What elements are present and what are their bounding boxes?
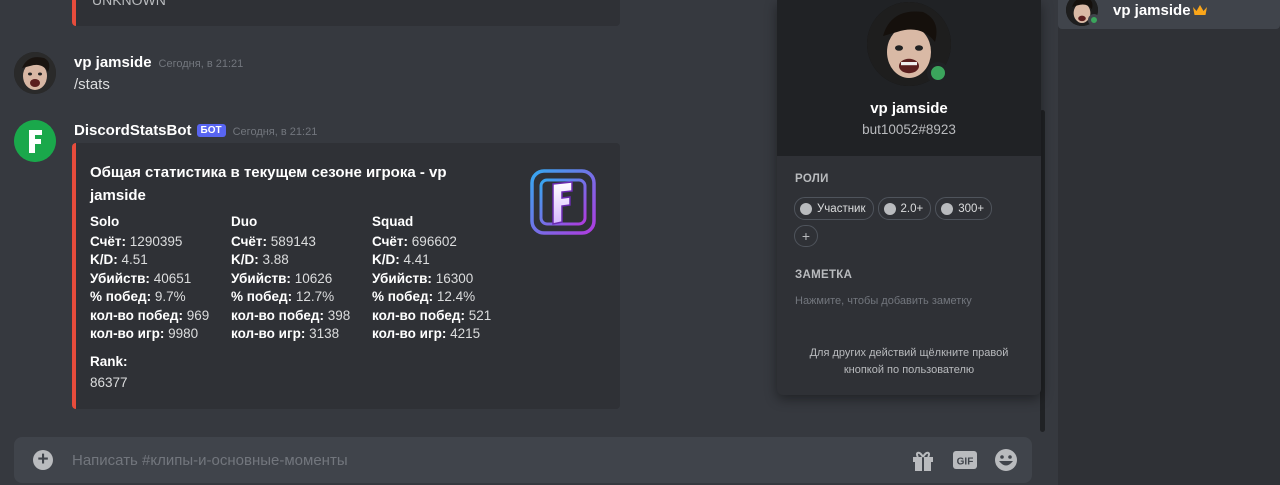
stat-wins: кол-во побед: 398	[231, 307, 351, 323]
stat-kd: K/D: 4.51	[90, 252, 148, 267]
bot-message-header: DiscordStatsBot БОТ Сегодня, в 21:21	[74, 122, 317, 139]
stat-games: кол-во игр: 4215	[372, 326, 481, 341]
user-message-text: /stats	[74, 76, 110, 93]
previous-embed-text: UNKNOWN	[92, 0, 166, 8]
role-chip[interactable]: Участник	[794, 197, 874, 220]
stat-score: Счёт: 1290395	[90, 233, 183, 249]
message-input[interactable]	[72, 437, 852, 483]
rank-label: Rank:	[90, 354, 128, 369]
stat-wins: кол-во побед: 521	[372, 307, 492, 323]
member-item[interactable]: vp jamside	[1058, 0, 1280, 29]
previous-embed: UNKNOWN	[72, 0, 620, 26]
note-heading: ЗАМЕТКА	[795, 269, 853, 281]
role-color-icon	[883, 202, 896, 215]
roles-heading: РОЛИ	[795, 173, 829, 185]
crown-icon	[1193, 5, 1207, 15]
message-composer: + GIF	[14, 437, 1032, 483]
stat-wins: кол-во побед: 969	[90, 307, 210, 323]
mode-name: Squad	[372, 214, 414, 229]
member-list: vp jamside	[1058, 0, 1280, 485]
user-message-header: vp jamside Сегодня, в 21:21	[74, 54, 243, 71]
role-chip[interactable]: 300+	[935, 197, 993, 220]
note-input[interactable]: Нажмите, чтобы добавить заметку	[795, 295, 972, 307]
user-face-icon	[14, 52, 56, 94]
user-author-name[interactable]: vp jamside	[74, 54, 152, 71]
mode-name: Solo	[90, 214, 120, 229]
gift-icon[interactable]	[910, 447, 936, 473]
emoji-icon[interactable]	[993, 447, 1019, 473]
profile-name: vp jamside	[870, 100, 948, 117]
role-color-icon	[800, 202, 812, 215]
rank-value: 86377	[90, 375, 128, 390]
roles-list: Участник 2.0+ 300+	[794, 197, 993, 220]
stats-column-solo: Solo Счёт: 1290395 K/D: 4.51 Убийств: 40…	[90, 213, 230, 344]
svg-text:GIF: GIF	[957, 457, 974, 468]
user-profile-popout: vp jamside but10052#8923 РОЛИ Участник 2…	[777, 0, 1041, 395]
online-status-icon	[1088, 14, 1100, 26]
bot-avatar[interactable]	[14, 120, 56, 162]
stat-winrate: % побед: 9.7%	[90, 289, 186, 304]
add-role-button[interactable]: +	[794, 225, 818, 247]
message-user: vp jamside Сегодня, в 21:21 /stats	[0, 50, 760, 100]
stats-embed: Общая статистика в текущем сезоне игрока…	[72, 143, 620, 409]
gif-icon[interactable]: GIF	[952, 447, 978, 473]
stat-kd: K/D: 3.88	[231, 252, 289, 267]
stat-kills: Убийств: 10626	[231, 270, 333, 286]
stat-games: кол-во игр: 9980	[90, 326, 199, 341]
bot-author-name[interactable]: DiscordStatsBot	[74, 122, 192, 139]
bot-message-timestamp: Сегодня, в 21:21	[232, 126, 318, 138]
bot-badge: БОТ	[196, 124, 226, 137]
stat-score: Счёт: 589143	[231, 233, 316, 249]
profile-header: vp jamside but10052#8923	[777, 0, 1041, 156]
member-name: vp jamside	[1113, 2, 1191, 19]
rank-field: Rank: 86377	[90, 351, 128, 393]
stat-kills: Убийств: 40651	[90, 270, 192, 286]
online-status-icon	[927, 62, 949, 84]
stat-winrate: % побед: 12.7%	[231, 289, 335, 304]
plus-circle-icon[interactable]: +	[33, 450, 53, 470]
user-message-timestamp: Сегодня, в 21:21	[158, 58, 244, 70]
stat-games: кол-во игр: 3138	[231, 326, 340, 341]
stat-kills: Убийств: 16300	[372, 270, 474, 286]
context-hint: Для других действий щёлкните правой кноп…	[809, 347, 1009, 376]
stat-score: Счёт: 696602	[372, 233, 457, 249]
stat-winrate: % побед: 12.4%	[372, 289, 476, 304]
bot-f-logo-icon	[14, 120, 56, 162]
stat-kd: K/D: 4.41	[372, 252, 430, 267]
profile-tag: but10052#8923	[862, 122, 956, 137]
fortnite-logo-icon	[530, 169, 596, 235]
user-avatar[interactable]	[14, 52, 56, 94]
stats-column-duo: Duo Счёт: 589143 K/D: 3.88 Убийств: 1062…	[231, 213, 371, 344]
role-color-icon	[941, 202, 954, 215]
role-chip[interactable]: 2.0+	[877, 197, 932, 220]
mode-name: Duo	[231, 214, 258, 229]
embed-title: Общая статистика в текущем сезоне игрока…	[90, 164, 447, 204]
stats-column-squad: Squad Счёт: 696602 K/D: 4.41 Убийств: 16…	[372, 213, 512, 344]
